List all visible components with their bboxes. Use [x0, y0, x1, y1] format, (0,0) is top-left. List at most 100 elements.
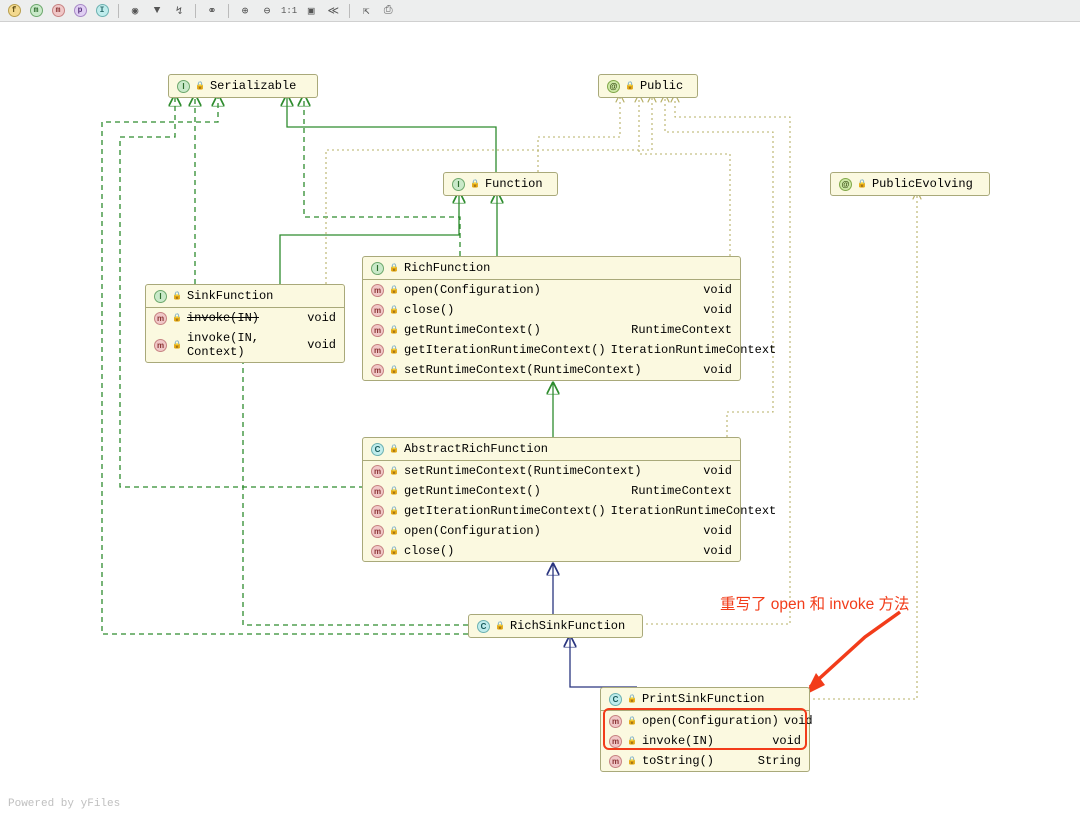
method-row[interactable]: m🔒getIterationRuntimeContext()IterationR…	[363, 340, 740, 360]
lock-icon: 🔒	[389, 285, 399, 295]
lock-icon: 🔒	[470, 179, 480, 189]
fit-icon[interactable]: ▣	[303, 3, 319, 19]
node-title: C 🔒 RichSinkFunction	[469, 615, 642, 637]
badge-m-pink[interactable]: m	[50, 3, 66, 19]
title-text: Public	[640, 79, 683, 93]
node-richsinkfunction[interactable]: C 🔒 RichSinkFunction	[468, 614, 643, 638]
lock-icon: 🔒	[389, 345, 399, 355]
annotation-icon: @	[607, 80, 620, 93]
lock-icon: 🔒	[389, 486, 399, 496]
title-text: PublicEvolving	[872, 177, 973, 191]
title-text: AbstractRichFunction	[404, 442, 548, 456]
method-row[interactable]: m🔒getIterationRuntimeContext()IterationR…	[363, 501, 740, 521]
method-row[interactable]: m🔒close()void	[363, 541, 740, 561]
title-text: RichFunction	[404, 261, 490, 275]
separator	[118, 4, 119, 18]
node-title: I 🔒 RichFunction	[363, 257, 740, 280]
badge-i[interactable]: I	[94, 3, 110, 19]
node-body: m🔒setRuntimeContext(RuntimeContext)void …	[363, 461, 740, 561]
lock-icon: 🔒	[627, 756, 637, 766]
zoom-out-icon[interactable]: ⊖	[259, 3, 275, 19]
node-function[interactable]: I 🔒 Function	[443, 172, 558, 196]
title-text: SinkFunction	[187, 289, 273, 303]
title-text: RichSinkFunction	[510, 619, 625, 633]
lock-icon: 🔒	[389, 305, 399, 315]
class-icon: C	[477, 620, 490, 633]
node-sinkfunction[interactable]: I 🔒 SinkFunction m 🔒 invoke(IN) void m 🔒…	[145, 284, 345, 363]
lock-icon: 🔒	[625, 81, 635, 91]
method-row[interactable]: m🔒open(Configuration)void	[363, 280, 740, 300]
node-title: C 🔒 AbstractRichFunction	[363, 438, 740, 461]
export-icon[interactable]: ⇱	[358, 3, 374, 19]
method-icon: m	[154, 339, 167, 352]
link-icon[interactable]: ⚭	[204, 3, 220, 19]
method-ret: void	[307, 338, 336, 352]
lock-icon: 🔒	[389, 466, 399, 476]
node-title: I 🔒 Function	[444, 173, 557, 195]
method-icon: m	[371, 545, 384, 558]
node-body: m 🔒 invoke(IN) void m 🔒 invoke(IN, Conte…	[146, 308, 344, 362]
title-text: Serializable	[210, 79, 296, 93]
method-row[interactable]: m🔒setRuntimeContext(RuntimeContext)void	[363, 461, 740, 481]
method-sig: invoke(IN)	[187, 311, 302, 325]
diagram-canvas[interactable]: I 🔒 Serializable @ 🔒 Public I 🔒 Function…	[0, 22, 1080, 816]
method-row[interactable]: m🔒getRuntimeContext()RuntimeContext	[363, 481, 740, 501]
method-row[interactable]: m🔒setRuntimeContext(RuntimeContext)void	[363, 360, 740, 380]
eye-icon[interactable]: ◉	[127, 3, 143, 19]
lock-icon: 🔒	[389, 506, 399, 516]
node-title: @ 🔒 PublicEvolving	[831, 173, 989, 195]
method-row[interactable]: m🔒getRuntimeContext()RuntimeContext	[363, 320, 740, 340]
method-row[interactable]: m 🔒 invoke(IN, Context) void	[146, 328, 344, 362]
method-icon: m	[371, 304, 384, 317]
lock-icon: 🔒	[172, 291, 182, 301]
badge-f[interactable]: f	[6, 3, 22, 19]
node-title: I 🔒 Serializable	[169, 75, 317, 97]
badge-p[interactable]: p	[72, 3, 88, 19]
lock-icon: 🔒	[389, 526, 399, 536]
node-body: m🔒open(Configuration)void m🔒close()void …	[363, 280, 740, 380]
highlight-overridden-methods	[603, 708, 807, 750]
zoom-reset[interactable]: 1:1	[281, 3, 297, 19]
lock-icon: 🔒	[389, 263, 399, 273]
method-sig: invoke(IN, Context)	[187, 331, 302, 359]
interface-icon: I	[371, 262, 384, 275]
toolbar: f m m p I ◉ ▼ ↯ ⚭ ⊕ ⊖ 1:1 ▣ ≪ ⇱ ⎙	[0, 0, 1080, 22]
method-icon: m	[154, 312, 167, 325]
print-icon[interactable]: ⎙	[380, 3, 396, 19]
method-row[interactable]: m🔒open(Configuration)void	[363, 521, 740, 541]
lock-icon: 🔒	[857, 179, 867, 189]
title-text: PrintSinkFunction	[642, 692, 764, 706]
node-title: @ 🔒 Public	[599, 75, 697, 97]
separator	[195, 4, 196, 18]
lock-icon: 🔒	[627, 694, 637, 704]
interface-icon: I	[452, 178, 465, 191]
method-icon: m	[371, 284, 384, 297]
node-public[interactable]: @ 🔒 Public	[598, 74, 698, 98]
node-publicevolving[interactable]: @ 🔒 PublicEvolving	[830, 172, 990, 196]
interface-icon: I	[177, 80, 190, 93]
interface-icon: I	[154, 290, 167, 303]
method-row[interactable]: m🔒toString()String	[601, 751, 809, 771]
class-icon: C	[609, 693, 622, 706]
title-text: Function	[485, 177, 543, 191]
node-abstractrichfunction[interactable]: C 🔒 AbstractRichFunction m🔒setRuntimeCon…	[362, 437, 741, 562]
lock-icon: 🔒	[172, 340, 182, 350]
route-icon[interactable]: ↯	[171, 3, 187, 19]
method-icon: m	[609, 755, 622, 768]
method-icon: m	[371, 525, 384, 538]
method-icon: m	[371, 324, 384, 337]
method-icon: m	[371, 485, 384, 498]
node-serializable[interactable]: I 🔒 Serializable	[168, 74, 318, 98]
annotation-icon: @	[839, 178, 852, 191]
badge-m-green[interactable]: m	[28, 3, 44, 19]
zoom-in-icon[interactable]: ⊕	[237, 3, 253, 19]
method-ret: void	[307, 311, 336, 325]
share-icon[interactable]: ≪	[325, 3, 341, 19]
node-richfunction[interactable]: I 🔒 RichFunction m🔒open(Configuration)vo…	[362, 256, 741, 381]
filter-icon[interactable]: ▼	[149, 3, 165, 19]
method-icon: m	[371, 505, 384, 518]
method-icon: m	[371, 344, 384, 357]
method-row[interactable]: m 🔒 invoke(IN) void	[146, 308, 344, 328]
edges-layer	[0, 22, 1080, 816]
method-row[interactable]: m🔒close()void	[363, 300, 740, 320]
